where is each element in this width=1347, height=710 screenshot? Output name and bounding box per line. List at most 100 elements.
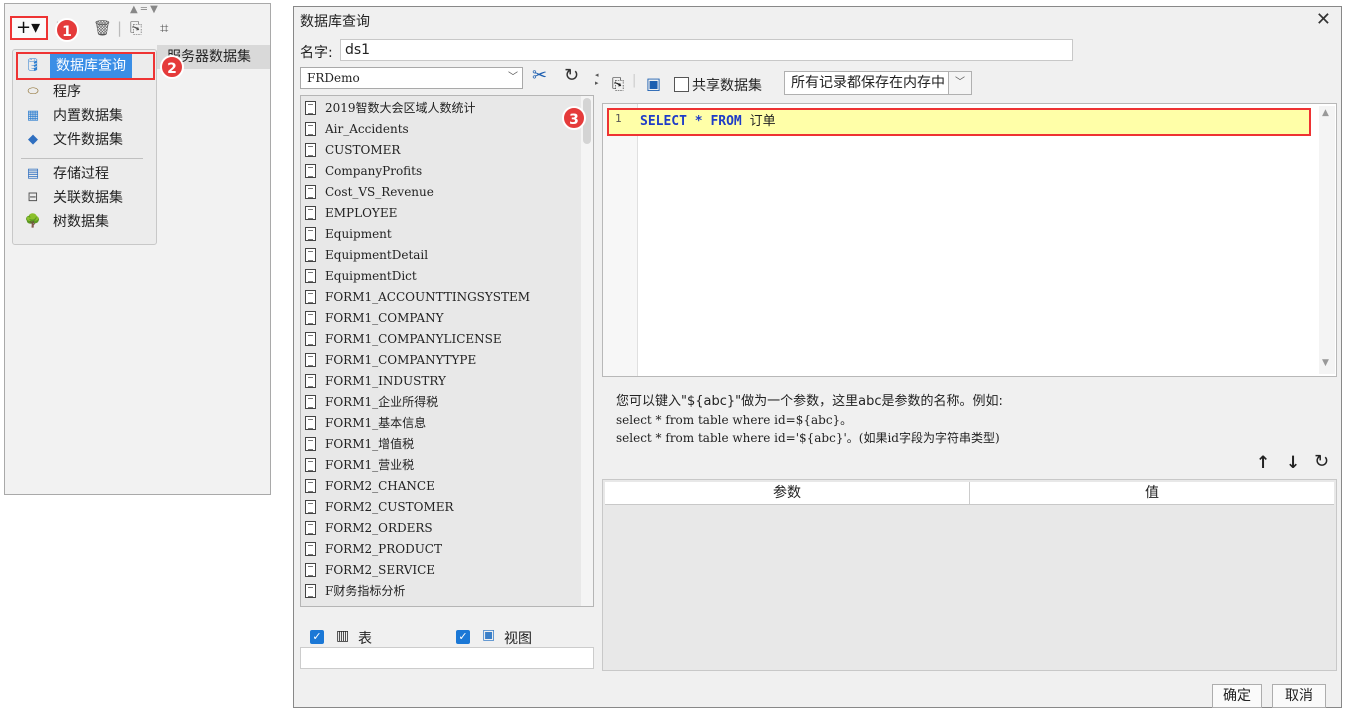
list-item[interactable]: Air_Accidents xyxy=(303,119,579,140)
list-scrollbar[interactable] xyxy=(581,96,593,606)
move-up-icon[interactable]: ↑ xyxy=(1256,453,1270,473)
list-item[interactable]: F财务指标分析 xyxy=(303,581,579,602)
separator-icon: | xyxy=(117,19,123,37)
list-item[interactable]: CompanyProfits xyxy=(303,161,579,182)
list-item[interactable]: FORM1_COMPANYTYPE xyxy=(303,350,579,371)
splitter-arrows-icon[interactable]: ◂ ▸ xyxy=(595,71,599,87)
list-item[interactable]: EMPLOYEE xyxy=(303,203,579,224)
cancel-button[interactable]: 取消 xyxy=(1272,684,1326,708)
list-item[interactable]: FORM1_增值税 xyxy=(303,434,579,455)
connection-settings-icon[interactable]: ✂ xyxy=(532,65,547,86)
list-item[interactable]: FORM1_营业税 xyxy=(303,455,579,476)
refresh-parameters-icon[interactable]: ↻ xyxy=(1314,451,1329,472)
column-header-parameter: 参数 xyxy=(605,482,970,504)
connection-select[interactable]: FRDemo ﹀ xyxy=(300,67,523,89)
menu-item-program[interactable]: ⬭ 程序 xyxy=(17,80,152,104)
list-item[interactable]: FORM2_ORDERS xyxy=(303,518,579,539)
list-item[interactable]: FORM1_基本信息 xyxy=(303,413,579,434)
tree-dataset-icon: 🌳 xyxy=(24,214,42,229)
list-item[interactable]: EquipmentDetail xyxy=(303,245,579,266)
scroll-down-icon[interactable]: ▼ xyxy=(1322,358,1329,368)
table-filter-checkbox[interactable]: ✓ xyxy=(310,630,324,644)
parameter-table[interactable]: 参数 值 xyxy=(602,479,1337,671)
table-icon xyxy=(305,563,316,577)
save-icon[interactable]: ▣ xyxy=(646,74,661,93)
scroll-up-icon[interactable]: ▲ xyxy=(1322,108,1329,118)
hint-line-2: select * from table where id=${abc}。 xyxy=(616,413,853,427)
table-icon xyxy=(305,584,316,598)
list-item[interactable]: FORM2_CHANCE xyxy=(303,476,579,497)
name-input[interactable]: ds1 xyxy=(340,39,1073,61)
collapse-icon[interactable]: ▲ ═ ▼ xyxy=(130,0,158,20)
list-item[interactable]: 2019智数大会区域人数统计 xyxy=(303,98,579,119)
move-down-icon[interactable]: ↓ xyxy=(1286,453,1300,473)
table-icon xyxy=(305,122,316,136)
view-filter-checkbox[interactable]: ✓ xyxy=(456,630,470,644)
list-item[interactable]: CUSTOMER xyxy=(303,140,579,161)
line-gutter xyxy=(603,104,638,376)
list-item[interactable]: FORM2_CUSTOMER xyxy=(303,497,579,518)
stored-procedure-icon: ▤ xyxy=(26,166,40,181)
step-badge-2: 2 xyxy=(160,55,184,79)
table-icon xyxy=(305,206,316,220)
file-dataset-icon: ◆ xyxy=(28,132,38,147)
cache-mode-select[interactable]: 所有记录都保存在内存中 ﹀ xyxy=(784,71,972,95)
sql-table-name: 订单 xyxy=(749,114,776,129)
editor-scrollbar[interactable]: ▲ ▼ xyxy=(1319,106,1335,374)
table-list[interactable]: 2019智数大会区域人数统计 Air_Accidents CUSTOMER Co… xyxy=(300,95,594,607)
preview-icon[interactable]: ⎘ xyxy=(130,18,142,38)
close-icon[interactable]: ✕ xyxy=(1316,9,1331,30)
edit-dataset-icon[interactable]: ⌗ xyxy=(160,18,168,38)
view-filter-label: 视图 xyxy=(504,631,532,647)
step-badge-1: 1 xyxy=(55,18,79,42)
table-icon xyxy=(305,185,316,199)
share-label: 共享数据集 xyxy=(692,78,762,94)
hint-line-1: 您可以键入"${abc}"做为一个参数，这里abc是参数的名称。例如: xyxy=(616,394,1003,409)
sql-text[interactable]: SELECT * FROM 订单 xyxy=(640,110,776,129)
list-item[interactable]: Cost_VS_Revenue xyxy=(303,182,579,203)
table-icon xyxy=(305,479,316,493)
dataset-toolbar: ▲ ═ ▼ +▾ | 🗑 | ⎘ ⌗ xyxy=(5,4,270,46)
list-item[interactable]: FORM1_ACCOUNTTINGSYSTEM xyxy=(303,287,579,308)
filter-bar: ✓ ▥ 表 ✓ ▣ 视图 xyxy=(300,613,594,671)
chevron-down-icon: ﹀ xyxy=(508,72,518,83)
list-item[interactable]: FORM2_PRODUCT xyxy=(303,539,579,560)
preview-icon[interactable]: ⎘ xyxy=(612,75,624,93)
add-dataset-button[interactable]: +▾ xyxy=(10,16,48,40)
line-number: 1 xyxy=(615,112,622,125)
list-item[interactable]: FORM1_COMPANY xyxy=(303,308,579,329)
table-icon xyxy=(305,164,316,178)
table-icon xyxy=(305,143,316,157)
menu-item-stored-procedure[interactable]: ▤ 存储过程 xyxy=(17,162,152,186)
sql-keyword-select: SELECT xyxy=(640,114,687,129)
refresh-icon[interactable]: ↻ xyxy=(564,65,579,86)
table-icon xyxy=(305,227,316,241)
separator-icon: | xyxy=(632,73,637,88)
relation-dataset-icon: ⊟ xyxy=(27,190,39,205)
delete-icon[interactable]: 🗑 xyxy=(93,18,112,38)
table-filter-icon: ▥ xyxy=(336,628,350,644)
name-label: 名字: xyxy=(300,45,333,61)
sql-editor[interactable]: 1 SELECT * FROM 订单 ▲ ▼ xyxy=(602,103,1337,377)
share-checkbox[interactable] xyxy=(674,77,689,92)
table-icon xyxy=(305,332,316,346)
list-item[interactable]: FORM1_INDUSTRY xyxy=(303,371,579,392)
menu-item-tree-dataset[interactable]: 🌳 树数据集 xyxy=(17,210,152,234)
menu-item-relation-dataset[interactable]: ⊟ 关联数据集 xyxy=(17,186,152,210)
list-item[interactable]: Equipment xyxy=(303,224,579,245)
table-icon xyxy=(305,416,316,430)
table-icon xyxy=(305,374,316,388)
ok-button[interactable]: 确定 xyxy=(1212,684,1262,708)
list-item[interactable]: FORM1_COMPANYLICENSE xyxy=(303,329,579,350)
list-item[interactable]: EquipmentDict xyxy=(303,266,579,287)
table-icon xyxy=(305,311,316,325)
menu-item-builtin-dataset[interactable]: ▦ 内置数据集 xyxy=(17,104,152,128)
table-icon xyxy=(305,437,316,451)
filter-input[interactable] xyxy=(300,647,594,669)
table-icon xyxy=(305,101,316,115)
dialog-title: 数据库查询 xyxy=(300,14,370,30)
menu-item-file-dataset[interactable]: ◆ 文件数据集 xyxy=(17,128,152,152)
list-item[interactable]: FORM1_企业所得税 xyxy=(303,392,579,413)
program-icon: ⬭ xyxy=(27,84,39,99)
list-item[interactable]: FORM2_SERVICE xyxy=(303,560,579,581)
